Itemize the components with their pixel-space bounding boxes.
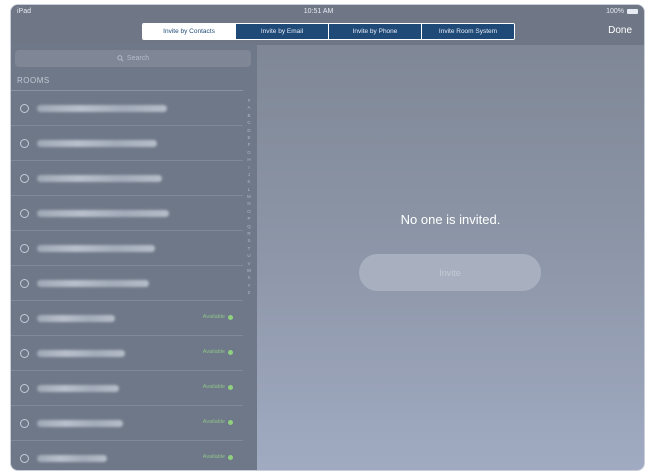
- room-row[interactable]: [11, 161, 243, 196]
- room-row[interactable]: Available: [11, 406, 243, 441]
- tab-invite-by-phone[interactable]: Invite by Phone: [328, 24, 421, 39]
- room-row[interactable]: [11, 196, 243, 231]
- redacted-room-name: [37, 105, 167, 112]
- room-row[interactable]: [11, 266, 243, 301]
- redacted-room-name: [37, 175, 162, 182]
- tab-invite-by-email[interactable]: Invite by Email: [235, 24, 328, 39]
- contacts-panel: Search ROOMS Available Available Availab…: [11, 45, 257, 470]
- index-letter[interactable]: Z: [248, 289, 251, 296]
- invite-button[interactable]: Invite: [359, 254, 541, 291]
- index-letter[interactable]: C: [247, 119, 250, 126]
- status-right: 100%: [606, 8, 638, 15]
- device-label: iPad: [17, 7, 32, 15]
- ipad-screen: iPad 10:51 AM 100% Invite by Contacts In…: [10, 4, 645, 471]
- availability-label: Available: [202, 419, 225, 425]
- index-letter[interactable]: #: [248, 97, 251, 104]
- search-placeholder: Search: [126, 55, 150, 62]
- available-dot-icon: [228, 314, 233, 320]
- index-letter[interactable]: V: [247, 260, 250, 267]
- index-letter[interactable]: B: [247, 112, 250, 119]
- invite-segmented-control: Invite by Contacts Invite by Email Invit…: [142, 23, 515, 40]
- redacted-room-name: [37, 350, 125, 357]
- redacted-room-name: [37, 210, 169, 217]
- index-letter[interactable]: P: [247, 215, 250, 222]
- select-radio[interactable]: [20, 314, 29, 323]
- search-input[interactable]: Search: [15, 50, 251, 67]
- index-letter[interactable]: A: [247, 104, 250, 111]
- room-row[interactable]: [11, 231, 243, 266]
- tab-invite-by-contacts[interactable]: Invite by Contacts: [143, 24, 235, 39]
- index-letter[interactable]: E: [247, 134, 250, 141]
- availability-status: Available: [203, 349, 233, 355]
- redacted-room-name: [37, 385, 119, 392]
- available-dot-icon: [228, 384, 233, 390]
- available-dot-icon: [228, 419, 233, 425]
- availability-status: Available: [203, 384, 233, 390]
- index-letter[interactable]: O: [247, 208, 251, 215]
- room-row[interactable]: Available: [11, 301, 243, 336]
- index-letter[interactable]: J: [248, 171, 250, 178]
- invitees-panel: No one is invited. Invite: [257, 45, 644, 470]
- room-row[interactable]: Available: [11, 371, 243, 406]
- available-dot-icon: [228, 454, 233, 460]
- redacted-room-name: [37, 455, 107, 462]
- index-letter[interactable]: G: [247, 149, 251, 156]
- battery-percent: 100%: [606, 7, 624, 15]
- redacted-room-name: [37, 245, 155, 252]
- status-time: 10:51 AM: [303, 7, 334, 15]
- room-row[interactable]: [11, 91, 243, 126]
- select-radio[interactable]: [20, 349, 29, 358]
- select-radio[interactable]: [20, 419, 29, 428]
- index-letter[interactable]: R: [247, 230, 250, 237]
- index-letter[interactable]: U: [247, 252, 250, 259]
- room-row[interactable]: [11, 126, 243, 161]
- index-letter[interactable]: Q: [247, 223, 251, 230]
- index-letter[interactable]: H: [247, 156, 250, 163]
- index-letter[interactable]: M: [247, 193, 251, 200]
- redacted-room-name: [37, 315, 115, 322]
- status-bar: iPad 10:51 AM 100%: [11, 5, 644, 17]
- index-letter[interactable]: X: [247, 274, 250, 281]
- availability-label: Available: [202, 454, 225, 460]
- select-radio[interactable]: [20, 104, 29, 113]
- nav-bar: Invite by Contacts Invite by Email Invit…: [11, 17, 644, 45]
- availability-status: Available: [203, 314, 233, 320]
- select-radio[interactable]: [20, 139, 29, 148]
- index-letter[interactable]: D: [247, 127, 250, 134]
- redacted-room-name: [37, 280, 149, 287]
- index-letter[interactable]: W: [247, 267, 251, 274]
- done-button[interactable]: Done: [608, 25, 632, 36]
- index-letter[interactable]: S: [247, 237, 250, 244]
- index-letter[interactable]: L: [248, 186, 251, 193]
- tab-invite-room-system[interactable]: Invite Room System: [421, 24, 514, 39]
- select-radio[interactable]: [20, 244, 29, 253]
- rooms-section-header: ROOMS: [17, 76, 50, 85]
- section-index-bar[interactable]: # A B C D E F G H I J K L M N O P Q R S T U V W X Y Z: [244, 97, 254, 297]
- select-radio[interactable]: [20, 384, 29, 393]
- room-row[interactable]: Available: [11, 441, 243, 470]
- available-dot-icon: [228, 349, 233, 355]
- empty-state-message: No one is invited.: [400, 212, 501, 227]
- battery-icon: [627, 8, 638, 14]
- search-icon: [117, 55, 124, 62]
- availability-status: Available: [203, 419, 233, 425]
- availability-label: Available: [202, 314, 225, 320]
- select-radio[interactable]: [20, 454, 29, 463]
- select-radio[interactable]: [20, 209, 29, 218]
- select-radio[interactable]: [20, 174, 29, 183]
- select-radio[interactable]: [20, 279, 29, 288]
- room-row[interactable]: Available: [11, 336, 243, 371]
- index-letter[interactable]: N: [247, 200, 250, 207]
- availability-label: Available: [202, 349, 225, 355]
- redacted-room-name: [37, 420, 123, 427]
- redacted-room-name: [37, 140, 157, 147]
- index-letter[interactable]: F: [248, 141, 251, 148]
- availability-status: Available: [203, 454, 233, 460]
- availability-label: Available: [202, 384, 225, 390]
- index-letter[interactable]: I: [248, 164, 249, 171]
- index-letter[interactable]: T: [248, 245, 251, 252]
- index-letter[interactable]: Y: [247, 282, 250, 289]
- index-letter[interactable]: K: [247, 178, 250, 185]
